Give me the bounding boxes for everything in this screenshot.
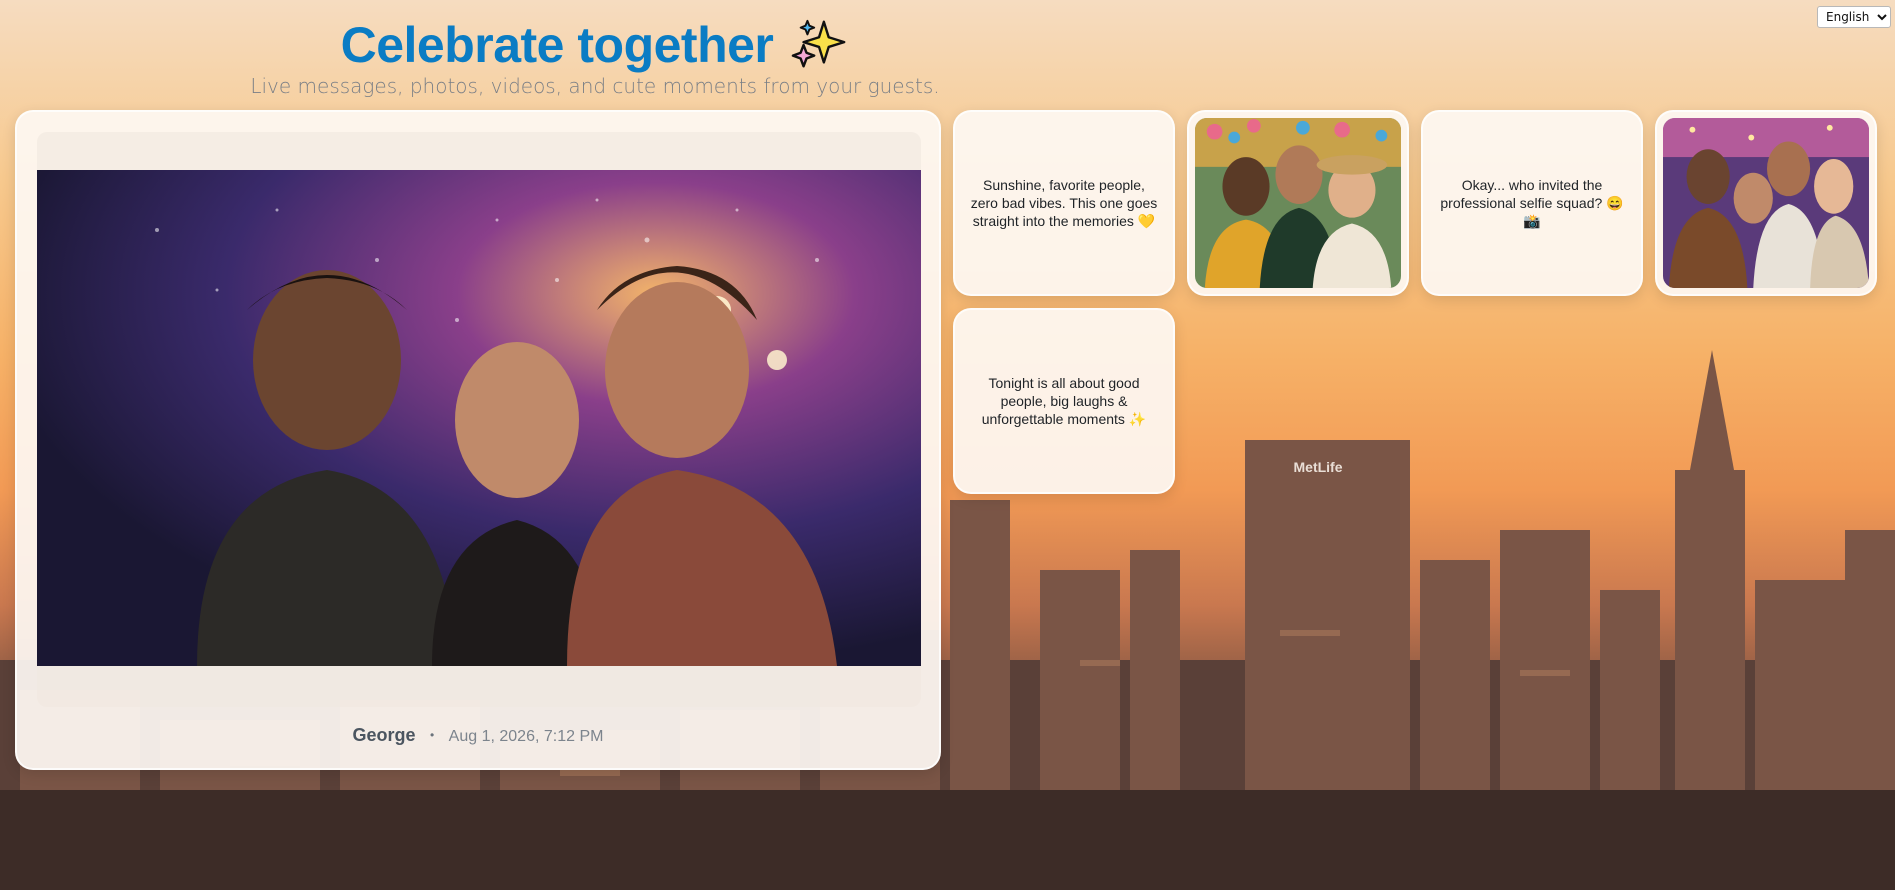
featured-photo[interactable] (37, 170, 921, 666)
message-text: Sunshine, favorite people, zero bad vibe… (970, 177, 1158, 229)
photo-tile[interactable] (1655, 110, 1877, 296)
guest-photo (1195, 118, 1401, 288)
post-timestamp: Aug 1, 2026, 7:12 PM (448, 728, 604, 745)
featured-post-card[interactable]: George • Aug 1, 2026, 7:12 PM (15, 110, 941, 770)
guest-photo (1663, 118, 1869, 288)
meta-separator: • (430, 728, 435, 742)
post-author: George (352, 725, 416, 745)
message-text: Okay... who invited the professional sel… (1440, 177, 1624, 229)
page-header: Celebrate together Live messages, photos… (0, 14, 1190, 98)
message-tile[interactable]: Sunshine, favorite people, zero bad vibe… (953, 110, 1175, 296)
page-title-text: Celebrate together (340, 17, 774, 73)
language-select[interactable]: English (1817, 6, 1891, 28)
post-meta: George • Aug 1, 2026, 7:12 PM (17, 725, 939, 746)
message-tile[interactable]: Tonight is all about good people, big la… (953, 308, 1175, 494)
photo-tile[interactable] (1187, 110, 1409, 296)
message-text: Tonight is all about good people, big la… (981, 375, 1147, 427)
svg-text:MetLife: MetLife (1294, 459, 1343, 475)
message-tile[interactable]: Okay... who invited the professional sel… (1421, 110, 1643, 296)
sparkles-icon (791, 16, 849, 74)
page-title: Celebrate together (341, 14, 850, 76)
page-subtitle: Live messages, photos, videos, and cute … (250, 74, 940, 98)
